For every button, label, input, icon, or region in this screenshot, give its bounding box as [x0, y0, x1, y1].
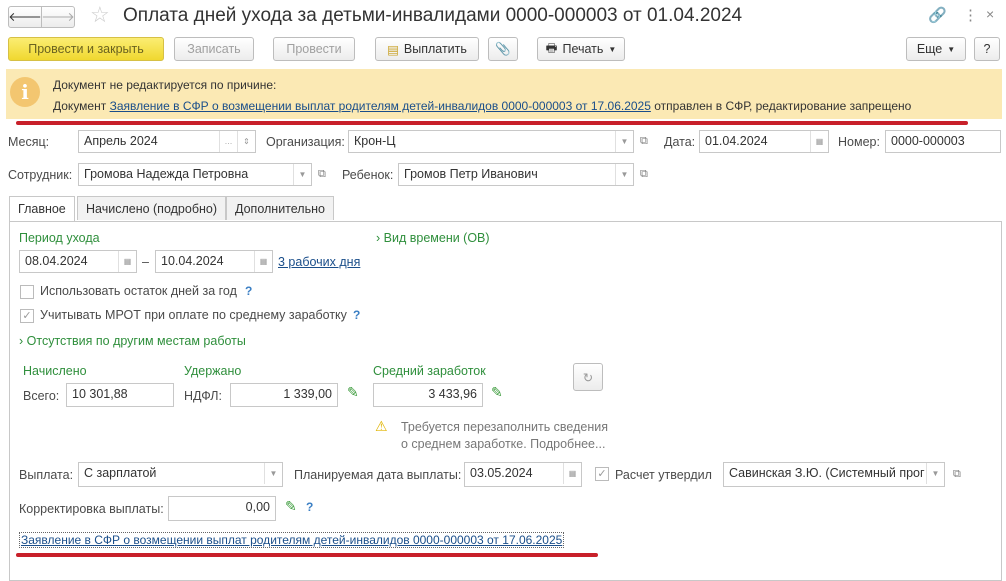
avg-earnings-label: Средний заработок	[373, 364, 486, 378]
link-icon[interactable]: 🔗	[928, 6, 947, 24]
warning-line1: Документ не редактируется по причине:	[53, 78, 277, 92]
child-label: Ребенок:	[342, 168, 394, 182]
approver-field[interactable]: Савинская З.Ю. (Системный прог ▼	[723, 462, 945, 487]
star-icon[interactable]: ☆	[90, 2, 110, 28]
payment-field[interactable]: С зарплатой ▼	[78, 462, 283, 487]
help-icon[interactable]: ?	[306, 500, 313, 514]
open-icon[interactable]: ⧉	[640, 168, 648, 181]
sfr-document-link[interactable]: Заявление в СФР о возмещении выплат роди…	[110, 99, 651, 113]
info-icon: i	[10, 77, 40, 107]
help-icon[interactable]: ?	[353, 308, 360, 322]
org-label: Организация:	[266, 135, 345, 149]
pay-icon: ▤	[387, 42, 399, 57]
approved-checkbox[interactable]: ✓	[595, 467, 609, 481]
open-icon[interactable]: ⧉	[640, 135, 648, 148]
planned-date-label: Планируемая дата выплаты:	[294, 468, 462, 482]
number-field[interactable]: 0000-000003	[885, 130, 1001, 153]
post-and-close-button[interactable]: Провести и закрыть	[8, 37, 164, 61]
time-type-toggle[interactable]: › Вид времени (ОВ)	[376, 231, 490, 245]
period-from-field[interactable]: 08.04.2024 ▦	[19, 250, 137, 273]
red-underline	[16, 553, 598, 557]
chevron-down-icon: ▼	[947, 44, 956, 54]
chevron-right-icon: ›	[19, 334, 27, 348]
approved-label: Расчет утвердил	[615, 468, 712, 482]
date-field[interactable]: 01.04.2024 ▦	[699, 130, 829, 153]
mrot-label: Учитывать МРОТ при оплате по среднему за…	[40, 308, 347, 322]
open-icon[interactable]: ⧉	[318, 168, 326, 181]
other-jobs-toggle[interactable]: › Отсутствия по другим местам работы	[19, 334, 246, 348]
avg-earnings-field[interactable]: 3 433,96	[373, 383, 483, 407]
month-label: Месяц:	[8, 135, 50, 149]
print-button[interactable]: 🖶 Печать ▼	[537, 37, 625, 61]
correction-field[interactable]: 0,00	[168, 496, 276, 521]
attach-button[interactable]: 📎	[488, 37, 518, 61]
sfr-application-link[interactable]: Заявление в СФР о возмещении выплат роди…	[19, 532, 565, 548]
avg-warning-text[interactable]: Требуется перезаполнить сведения о средне…	[401, 419, 608, 453]
pencil-icon[interactable]: ✎	[347, 384, 359, 401]
correction-label: Корректировка выплаты:	[19, 502, 164, 516]
more-button[interactable]: Еще ▼	[906, 37, 966, 61]
total-label: Всего:	[23, 389, 60, 403]
pencil-icon[interactable]: ✎	[491, 384, 503, 401]
use-remaining-label: Использовать остаток дней за год	[40, 284, 237, 298]
employee-field[interactable]: Громова Надежда Петровна ▼	[78, 163, 312, 186]
tab-main[interactable]: Главное	[9, 196, 75, 222]
accrued-label: Начислено	[23, 364, 87, 378]
refresh-button[interactable]: ↻	[573, 363, 603, 391]
post-button[interactable]: Провести	[273, 37, 355, 61]
warning-icon: ⚠	[375, 418, 388, 434]
working-days-link[interactable]: 3 рабочих дня	[278, 255, 360, 269]
date-label: Дата:	[664, 135, 696, 149]
refresh-icon: ↻	[582, 370, 594, 385]
child-field[interactable]: Громов Петр Иванович ▼	[398, 163, 634, 186]
forward-button[interactable]: 🡒	[41, 6, 75, 28]
red-underline	[16, 121, 968, 125]
more-vertical-icon[interactable]: ⋮	[963, 6, 978, 24]
chevron-right-icon: ›	[376, 231, 384, 245]
back-button[interactable]: 🡐	[8, 6, 42, 28]
period-to-field[interactable]: 10.04.2024 ▦	[155, 250, 273, 273]
pay-button[interactable]: ▤ Выплатить	[375, 37, 479, 61]
chevron-down-icon: ▼	[608, 44, 617, 54]
save-button[interactable]: Записать	[174, 37, 254, 61]
use-remaining-checkbox[interactable]	[20, 285, 34, 299]
employee-label: Сотрудник:	[8, 168, 73, 182]
mrot-checkbox[interactable]: ✓	[20, 309, 34, 323]
org-field[interactable]: Крон-Ц ▼	[348, 130, 634, 153]
printer-icon: 🖶	[545, 40, 558, 55]
page-title: Оплата дней ухода за детьми-инвалидами 0…	[123, 5, 743, 26]
number-label: Номер:	[838, 135, 880, 149]
pencil-icon[interactable]: ✎	[285, 498, 297, 515]
period-dash: –	[142, 255, 149, 269]
planned-date-field[interactable]: 03.05.2024 ▦	[464, 462, 582, 487]
total-field[interactable]: 10 301,88	[66, 383, 174, 407]
paperclip-icon: 📎	[495, 41, 511, 56]
withheld-label: Удержано	[184, 364, 242, 378]
open-icon[interactable]: ⧉	[953, 468, 961, 481]
help-icon[interactable]: ?	[245, 284, 252, 298]
period-label: Период ухода	[19, 231, 100, 245]
warning-line2: Документ Заявление в СФР о возмещении вы…	[53, 99, 912, 113]
payment-label: Выплата:	[19, 468, 74, 482]
help-button[interactable]: ?	[974, 37, 1000, 61]
close-icon[interactable]: ×	[986, 6, 994, 22]
ndfl-label: НДФЛ:	[184, 389, 222, 403]
tab-additional[interactable]: Дополнительно	[226, 196, 334, 220]
warning-banner: i Документ не редактируется по причине: …	[6, 69, 1002, 119]
tab-accrued-detail[interactable]: Начислено (подробно)	[77, 196, 227, 220]
month-field[interactable]: Апрель 2024… ⇕	[78, 130, 256, 153]
ndfl-field[interactable]: 1 339,00	[230, 383, 338, 407]
